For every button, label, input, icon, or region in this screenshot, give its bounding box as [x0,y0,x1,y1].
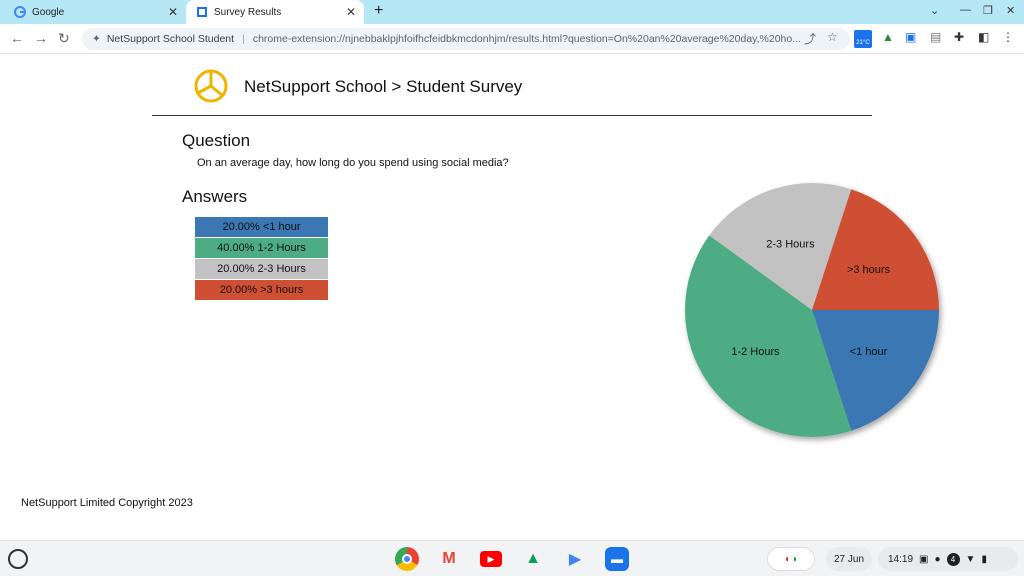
address-bar[interactable]: ✦ NetSupport School Student | chrome-ext… [82,28,850,50]
weather-temp: 21°C [856,40,870,46]
wifi-icon: ▼ [965,553,976,565]
date-text: 27 Jun [833,553,865,565]
legend-row-less-1-hour: 20.00% <1 hour [195,217,328,238]
side-panel-icon[interactable]: ◧ [978,30,989,44]
shelf: M ▶ ▲ ▶ ▬ ◐ ◑ 27 Jun 14:19 ▣ ● 4 ▼ ▮ [0,540,1024,576]
pie-slice-label: >3 hours [847,264,891,276]
extension-icon[interactable]: ▣ [905,30,916,44]
legend-row-1-2-hours: 40.00% 1-2 Hours [195,238,328,259]
survey-page: NetSupport School > Student Survey Quest… [0,55,1024,540]
play-store-icon[interactable]: ▶ [563,547,587,571]
tab-label: Google [32,6,65,18]
close-tab-icon[interactable]: ✕ [346,5,356,19]
survey-favicon-icon [196,6,208,18]
pie-slice-label: 1-2 Hours [731,346,780,358]
separator: | [242,33,245,45]
netsupport-logo-icon [193,68,229,104]
extension-icon[interactable]: ▤ [930,30,941,44]
notification-badge: 4 [946,552,960,566]
close-tab-icon[interactable]: ✕ [168,5,178,19]
update-icon: ● [934,553,941,565]
battery-icon: ▮ [981,553,987,565]
tab-strip: Google ✕ Survey Results ✕ + ⌄ — ❐ ✕ [0,0,1024,24]
back-icon[interactable]: ← [10,30,24,46]
holding-space-icon[interactable]: ◐ ◑ [767,547,815,571]
minimize-icon[interactable]: — [960,4,971,16]
divider [152,115,872,116]
legend-row-over-3-hours: 20.00% >3 hours [195,280,328,301]
close-window-icon[interactable]: ✕ [1006,4,1015,17]
reload-icon[interactable]: ↻ [58,30,70,47]
date-pill[interactable]: 27 Jun [826,547,872,571]
question-text: On an average day, how long do you spend… [197,157,509,169]
drive-icon[interactable]: ▲ [521,547,545,571]
menu-kebab-icon[interactable]: ⋮ [1002,30,1014,44]
youtube-icon[interactable]: ▶ [479,547,503,571]
gmail-icon[interactable]: M [437,547,461,571]
bookmark-star-icon[interactable]: ☆ [827,30,838,44]
answers-legend: 20.00% <1 hour 40.00% 1-2 Hours 20.00% 2… [195,217,328,301]
pie-slice-label: 2-3 Hours [766,239,815,251]
tab-google[interactable]: Google ✕ [14,0,186,24]
restore-icon[interactable]: ❐ [983,4,993,17]
legend-row-2-3-hours: 20.00% 2-3 Hours [195,259,328,280]
google-icon [14,6,26,18]
weather-icon[interactable]: 21°C [854,30,872,48]
share-icon[interactable]: ⤴ [804,30,816,47]
pie-chart: <1 hour 1-2 Hours 2-3 Hours >3 hours [685,183,939,437]
clock-text: 14:19 [888,553,914,565]
extension-puzzle-icon: ✦ [92,33,101,45]
page-title: NetSupport School > Student Survey [244,77,523,96]
screen-capture-icon: ▣ [919,553,929,565]
site-name: NetSupport School Student [106,33,235,45]
status-tray[interactable]: 14:19 ▣ ● 4 ▼ ▮ [878,547,1018,571]
files-icon[interactable]: ▬ [605,547,629,571]
copyright-text: NetSupport Limited Copyright 2023 [21,497,193,509]
question-heading: Question [182,131,251,150]
chrome-icon[interactable] [395,547,419,571]
tab-survey-results[interactable]: Survey Results ✕ [186,0,364,24]
pie-slice-label: <1 hour [850,346,888,358]
answers-heading: Answers [182,187,248,206]
tab-label: Survey Results [214,6,282,18]
tab-search-icon[interactable]: ⌄ [930,4,939,17]
url-text: chrome-extension://njnebbaklpjhfoifhcfei… [252,33,801,45]
forward-icon[interactable]: → [34,30,48,46]
new-tab-button[interactable]: + [374,2,383,20]
extensions-puzzle-icon[interactable]: ✚ [954,30,964,44]
launcher-button[interactable] [8,549,28,569]
drive-extension-icon[interactable]: ▲ [882,30,894,44]
